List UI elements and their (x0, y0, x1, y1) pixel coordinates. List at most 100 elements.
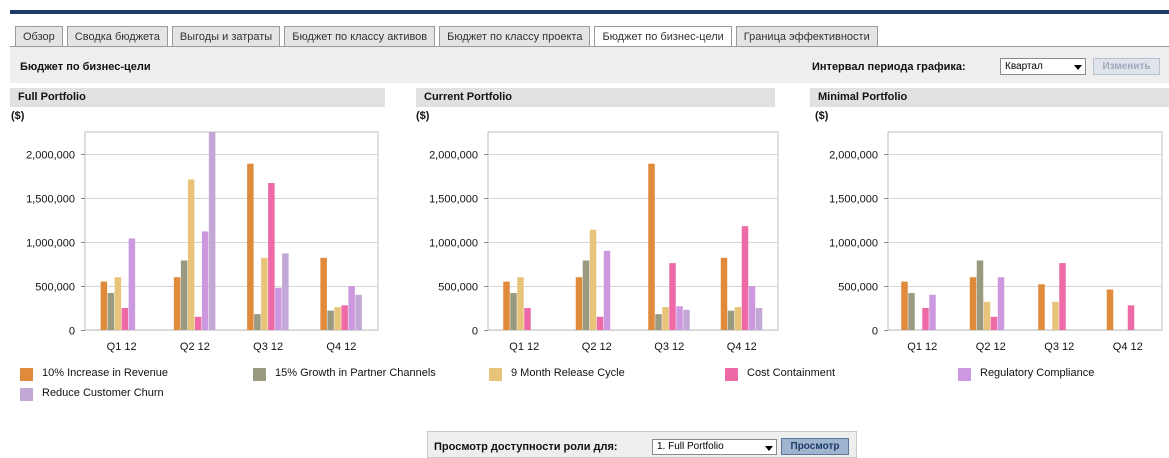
bar (320, 257, 327, 330)
role-view-label: Просмотр доступности роли для: (434, 441, 618, 453)
legend-label: Regulatory Compliance (980, 367, 1095, 379)
bar (173, 277, 181, 330)
bar (748, 286, 756, 330)
plot-area-minimal (887, 131, 1163, 331)
x-tick-label: Q2 12 (582, 341, 612, 353)
bar (121, 308, 129, 330)
bar (734, 307, 742, 330)
bar (720, 257, 728, 330)
bar (969, 277, 977, 330)
bar (247, 163, 254, 330)
y-tick-label: 0 (472, 326, 478, 338)
plot-area-current (487, 131, 779, 331)
bar (669, 263, 676, 330)
bar (683, 309, 690, 330)
bar (1038, 284, 1045, 330)
bar (976, 260, 984, 330)
bar (201, 231, 209, 330)
bar (929, 294, 936, 330)
y-tick-label: 0 (69, 326, 75, 338)
bar (997, 277, 1005, 330)
x-tick-label: Q3 12 (253, 341, 283, 353)
bar (575, 277, 583, 330)
legend-swatch (725, 368, 738, 381)
legend-label: Cost Containment (747, 367, 836, 379)
y-tick-label: 1,500,000 (26, 194, 75, 206)
bar (114, 277, 122, 330)
bar (275, 287, 282, 330)
y-tick-label: 1,500,000 (429, 194, 478, 206)
y-tick-label: 500,000 (438, 282, 478, 294)
bar (334, 307, 341, 330)
legend-label: Reduce Customer Churn (42, 387, 164, 399)
bar (1059, 263, 1066, 330)
y-tick-label: 1,000,000 (26, 238, 75, 250)
legend-label: 9 Month Release Cycle (511, 367, 625, 379)
bar (596, 316, 604, 330)
bar (1127, 305, 1135, 330)
y-tick-label: 2,000,000 (829, 150, 878, 162)
bar (922, 308, 929, 330)
y-tick-label: 2,000,000 (429, 150, 478, 162)
bar (180, 260, 188, 330)
bar (676, 306, 683, 330)
bar (355, 294, 362, 330)
bar (348, 286, 355, 330)
x-tick-label: Q1 12 (907, 341, 937, 353)
bar (187, 179, 195, 330)
role-portfolio-select[interactable]: 1. Full Portfolio (652, 439, 777, 455)
bar (107, 293, 115, 330)
bar (261, 257, 268, 330)
x-tick-label: Q3 12 (654, 341, 684, 353)
x-tick-label: Q1 12 (107, 341, 137, 353)
x-tick-label: Q4 12 (326, 341, 356, 353)
bar (901, 281, 908, 330)
bar (100, 281, 108, 330)
x-tick-label: Q2 12 (976, 341, 1006, 353)
role-portfolio-select-value: 1. Full Portfolio (657, 441, 724, 452)
bar (327, 310, 334, 330)
bar (990, 316, 998, 330)
view-button[interactable]: Просмотр (781, 438, 849, 455)
y-tick-label: 1,000,000 (829, 238, 878, 250)
bar (582, 260, 590, 330)
y-tick-label: 500,000 (838, 282, 878, 294)
bar (524, 308, 531, 330)
bar (517, 277, 524, 330)
x-tick-label: Q1 12 (509, 341, 539, 353)
bar (589, 229, 597, 330)
bar (194, 316, 202, 330)
bar (603, 250, 611, 330)
bar (341, 305, 348, 330)
charts-canvas: 0 500,000 1,000,000 1,500,000 2,000,000 Q1 12… (26, 131, 1163, 353)
bar (908, 293, 915, 330)
bar (662, 307, 669, 330)
bar (128, 238, 136, 330)
x-tick-label: Q4 12 (1113, 341, 1143, 353)
bar (655, 314, 662, 330)
bar (741, 226, 749, 330)
bar (1106, 289, 1114, 330)
legend-swatch (20, 368, 33, 381)
legend-swatch (489, 368, 502, 381)
y-tick-label: 1,500,000 (829, 194, 878, 206)
bar (648, 163, 655, 330)
legend-swatch (20, 388, 33, 401)
bar (503, 281, 510, 330)
bar (510, 293, 517, 330)
bar (268, 183, 275, 330)
y-tick-label: 0 (872, 326, 878, 338)
chevron-down-icon (765, 446, 773, 451)
y-tick-label: 1,000,000 (429, 238, 478, 250)
bar (983, 301, 991, 330)
x-tick-label: Q2 12 (180, 341, 210, 353)
legend-swatch (958, 368, 971, 381)
bar (254, 314, 261, 330)
bar (755, 308, 763, 330)
x-tick-label: Q3 12 (1044, 341, 1074, 353)
bar (727, 310, 735, 330)
y-tick-label: 500,000 (35, 282, 75, 294)
legend-label: 10% Increase in Revenue (42, 367, 168, 379)
bar (208, 132, 216, 330)
x-tick-label: Q4 12 (727, 341, 757, 353)
